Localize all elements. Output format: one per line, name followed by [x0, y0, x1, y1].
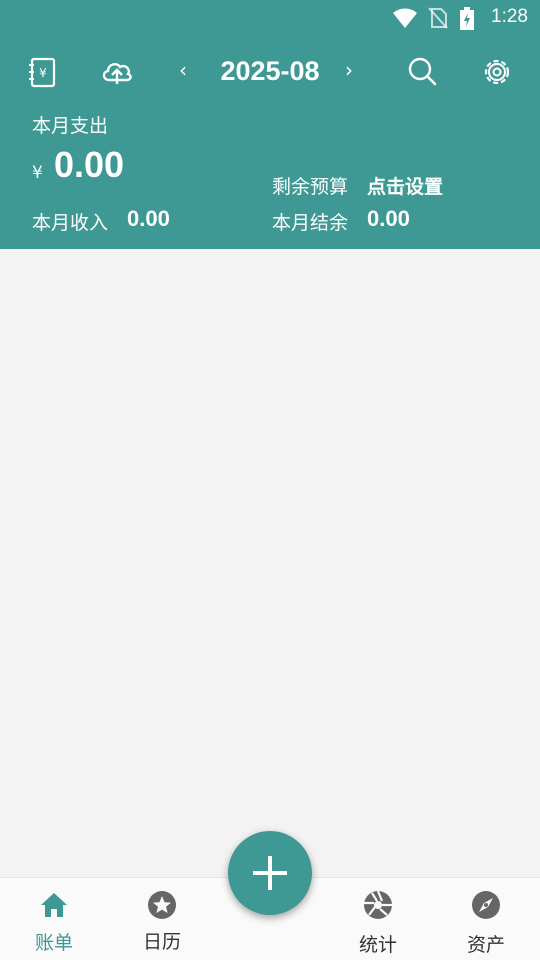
wifi-icon: [393, 8, 417, 28]
next-month-button[interactable]: ›: [345, 58, 353, 82]
budget-label: 剩余预算: [272, 176, 349, 198]
compass-icon: [472, 891, 500, 919]
expense-label: 本月支出: [32, 115, 109, 137]
star-icon: [148, 891, 176, 919]
nav-item-assets[interactable]: 资产: [432, 878, 540, 960]
svg-text:¥: ¥: [39, 66, 47, 80]
no-sim-icon: [428, 7, 448, 29]
prev-month-button[interactable]: ‹: [179, 58, 187, 82]
balance-label: 本月结余: [272, 212, 349, 234]
header: 1:28 ¥ ‹ 2025-08 › 本月支出 ¥ 0.00 剩余预算 点击设置…: [0, 0, 540, 249]
nav-label-stats: 统计: [358, 934, 397, 956]
add-record-button[interactable]: [228, 831, 312, 915]
plus-icon: [253, 856, 287, 890]
bill-list-area: [0, 249, 540, 877]
nav-item-bills[interactable]: 账单: [0, 878, 108, 960]
income-label: 本月收入: [32, 212, 109, 234]
expense-amount: 0.00: [54, 144, 125, 185]
nav-label-calendar: 日历: [142, 931, 181, 953]
toolbar: ¥ ‹ 2025-08 ›: [0, 50, 540, 94]
nav-label-assets: 资产: [466, 934, 505, 956]
status-time: 1:28: [491, 6, 528, 27]
income-value: 0.00: [127, 206, 170, 231]
gear-icon[interactable]: [479, 54, 515, 90]
currency-symbol: ¥: [32, 163, 43, 183]
month-title[interactable]: 2025-08: [200, 56, 340, 87]
balance-value: 0.00: [367, 206, 410, 231]
budget-set-button[interactable]: 点击设置: [367, 172, 443, 199]
nav-item-stats[interactable]: 统计: [324, 878, 432, 960]
nav-item-calendar[interactable]: 日历: [108, 878, 216, 960]
nav-label-bills: 账单: [34, 932, 73, 954]
search-icon[interactable]: [404, 54, 440, 90]
aperture-icon: [364, 890, 392, 919]
cloud-upload-icon[interactable]: [99, 54, 135, 90]
status-bar: 1:28: [0, 0, 540, 36]
ledger-book-icon[interactable]: ¥: [24, 54, 60, 90]
home-icon: [41, 893, 67, 917]
battery-charging-icon: [460, 7, 474, 30]
